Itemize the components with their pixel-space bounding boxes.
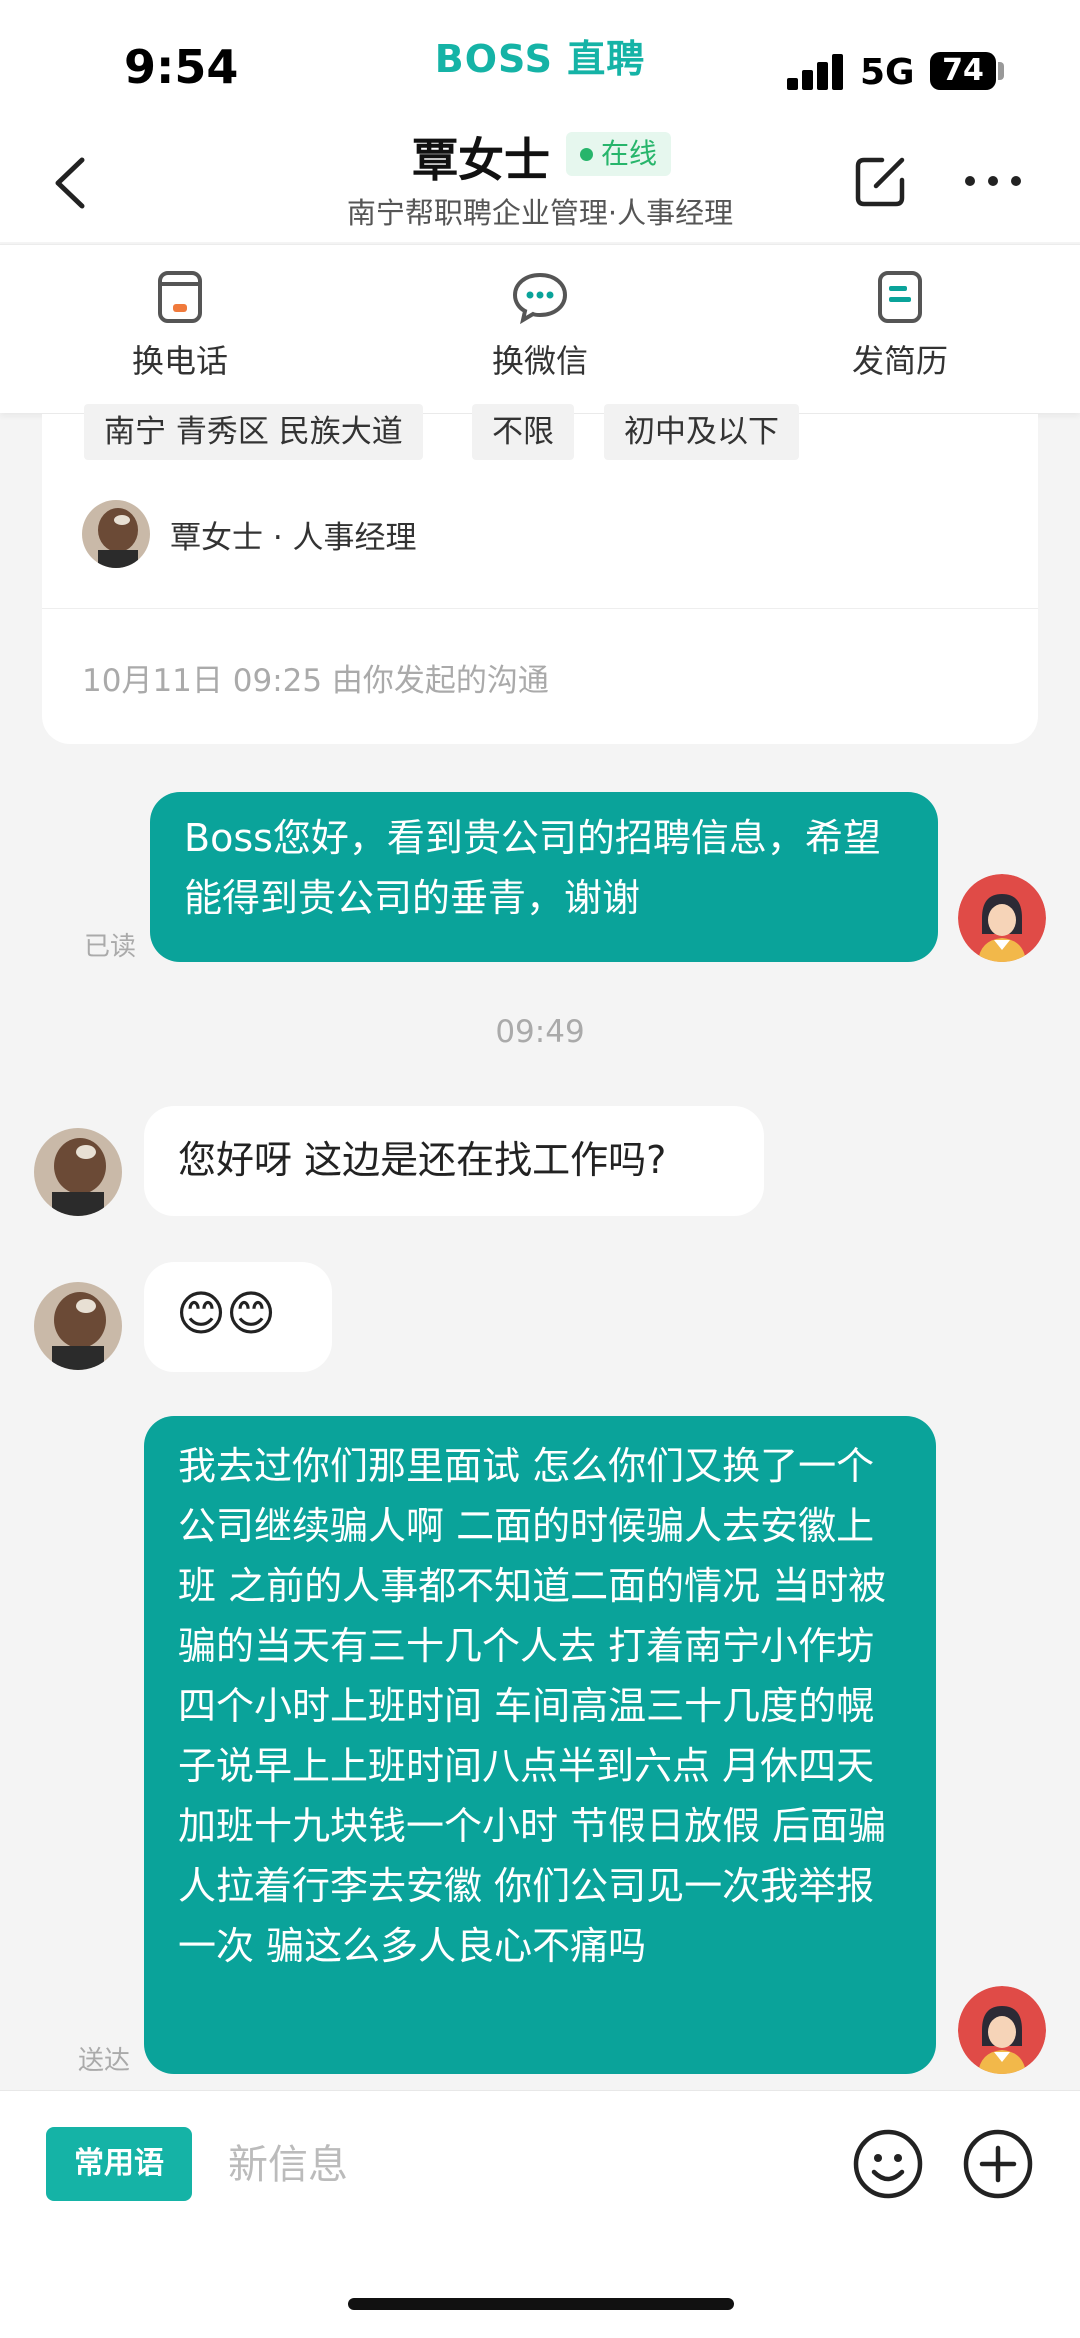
exchange-phone-button[interactable]: 换电话 (80, 270, 280, 382)
job-tag-location: 南宁 青秀区 民族大道 (84, 404, 423, 460)
job-tag-experience: 不限 (472, 404, 574, 460)
message-text: 您好呀 这边是还在找工作吗? (178, 1138, 667, 1182)
message-text: Boss您好，看到贵公司的招聘信息，希望能得到贵公司的垂青，谢谢 (184, 816, 881, 920)
edit-button[interactable] (852, 152, 910, 210)
send-resume-label: 发简历 (851, 342, 948, 380)
message-delivered-status: 送达 (78, 2046, 131, 2076)
card-recruiter: 覃女士 · 人事经理 (170, 520, 417, 556)
emoji-button[interactable] (852, 2128, 924, 2200)
contact-avatar[interactable] (34, 1282, 122, 1370)
emoji-icon (853, 2129, 923, 2199)
exchange-phone-label: 换电话 (131, 342, 228, 380)
online-dot (580, 148, 593, 161)
card-divider (42, 608, 1038, 609)
wechat-bubble-icon (512, 272, 568, 324)
message-timestamp: 09:49 (495, 1014, 585, 1050)
resume-icon (878, 271, 922, 323)
my-avatar[interactable] (958, 874, 1046, 962)
more-dots-icon (965, 176, 1021, 186)
home-indicator[interactable] (348, 2298, 734, 2310)
job-tag-education: 初中及以下 (604, 404, 799, 460)
message-text: 我去过你们那里面试 怎么你们又换了一个公司继续骗人啊 二面的时候骗人去安徽上班 … (178, 1444, 887, 1968)
network-label: 5G (860, 52, 915, 93)
chat-started-note: 10月11日 09:25 由你发起的沟通 (82, 663, 549, 699)
message-outgoing[interactable]: 我去过你们那里面试 怎么你们又换了一个公司继续骗人啊 二面的时候骗人去安徽上班 … (144, 1416, 936, 2074)
message-text: 😊😊 (176, 1286, 277, 1342)
more-button[interactable] (962, 172, 1024, 190)
more-options-button[interactable] (962, 2128, 1034, 2200)
online-badge: 在线 (566, 132, 672, 176)
common-phrases-button[interactable]: 常用语 (46, 2127, 192, 2201)
card-recruiter-avatar (82, 500, 150, 568)
online-label: 在线 (601, 137, 658, 170)
my-avatar[interactable] (958, 1986, 1046, 2074)
edit-icon (855, 157, 905, 207)
message-incoming-emoji[interactable]: 😊😊 (144, 1262, 332, 1372)
contact-avatar[interactable] (34, 1128, 122, 1216)
contact-company: 南宁帮职聘企业管理·人事经理 (346, 196, 734, 230)
battery-icon: 74 (930, 52, 996, 90)
app-brand: BOSS 直聘 (434, 37, 646, 81)
message-read-status: 已读 (84, 932, 137, 962)
send-resume-button[interactable]: 发简历 (800, 270, 1000, 382)
contact-name: 覃女士 (412, 133, 550, 187)
signal-icon (787, 54, 845, 90)
exchange-wechat-label: 换微信 (491, 342, 588, 380)
message-incoming[interactable]: 您好呀 这边是还在找工作吗? (144, 1106, 764, 1216)
plus-circle-icon (963, 2129, 1033, 2199)
phone-card-icon (158, 271, 202, 323)
exchange-wechat-button[interactable]: 换微信 (440, 270, 640, 382)
message-outgoing[interactable]: Boss您好，看到贵公司的招聘信息，希望能得到贵公司的垂青，谢谢 (150, 792, 938, 962)
battery-cap (998, 62, 1004, 80)
message-input[interactable] (226, 2126, 830, 2204)
